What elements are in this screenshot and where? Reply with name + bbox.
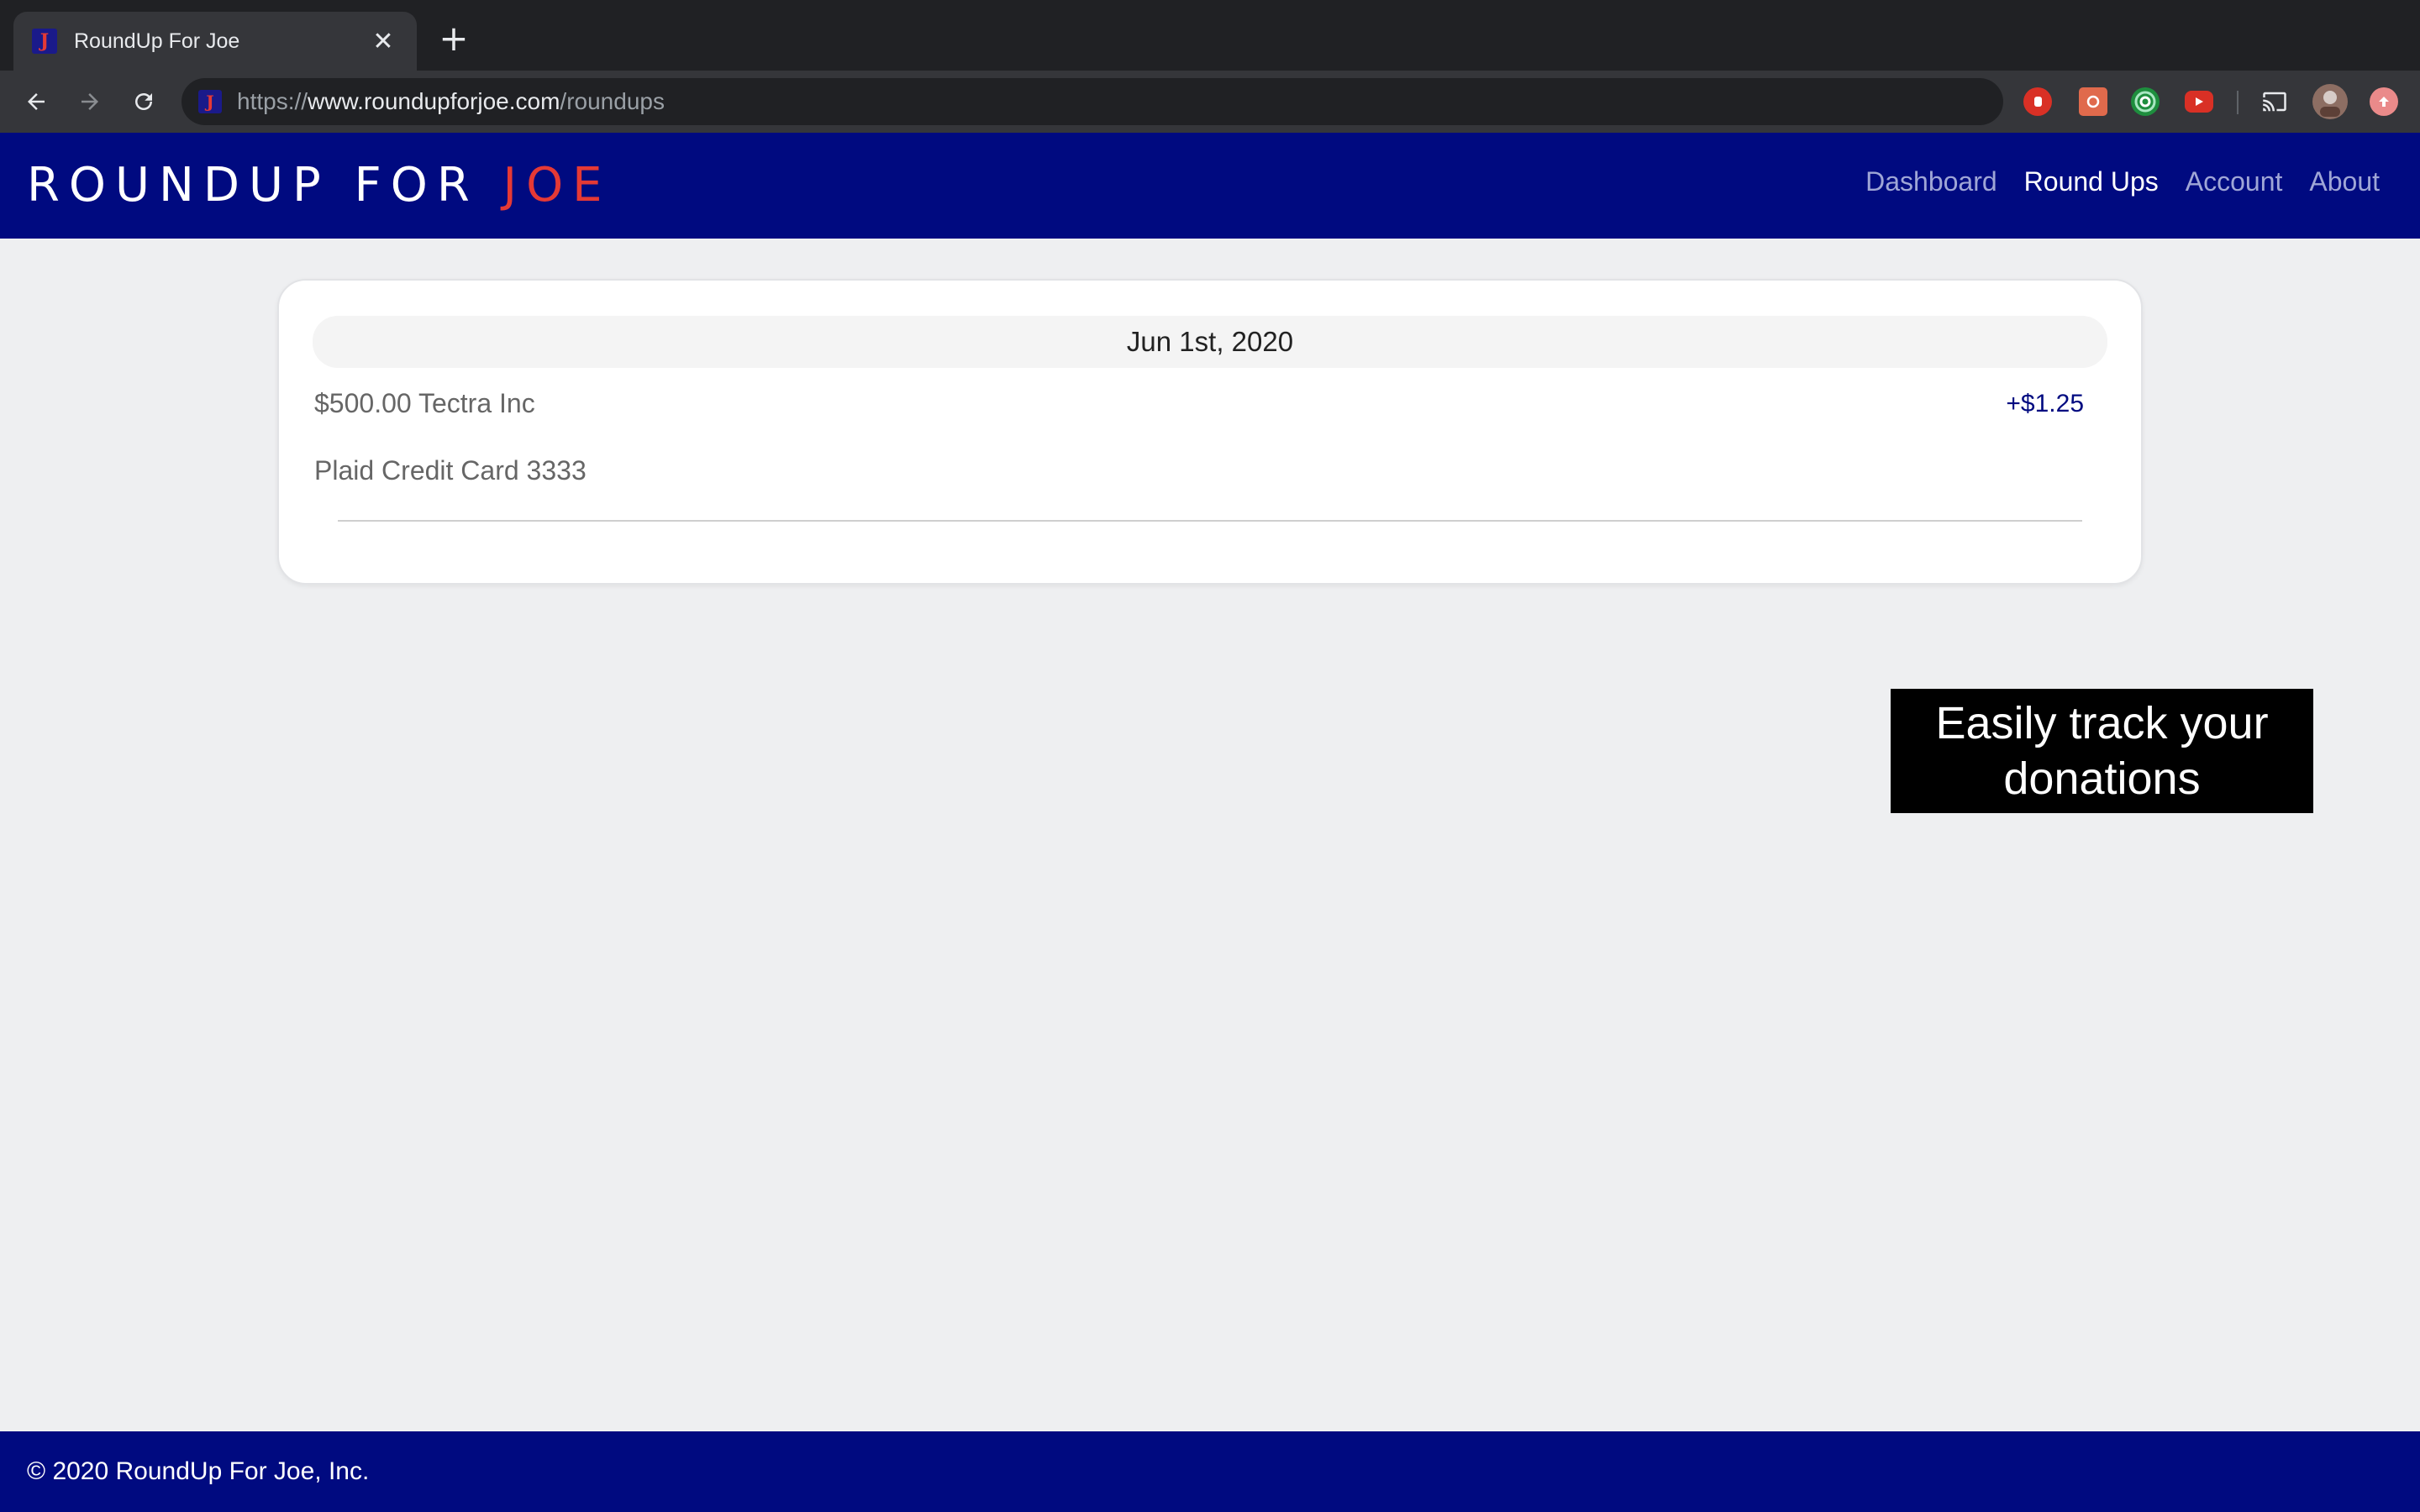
transaction-account: Plaid Credit Card 3333 [314,455,587,486]
forward-arrow-icon[interactable] [71,82,109,121]
target-extension-icon[interactable] [2131,87,2160,116]
browser-tab[interactable]: J RoundUp For Joe ✕ [13,12,417,71]
roundup-amount: +$1.25 [2006,390,2084,417]
reload-icon[interactable] [124,82,163,121]
caption-line-1: Easily track your [1935,698,2269,748]
back-arrow-icon[interactable] [17,82,55,121]
app-footer: © 2020 RoundUp For Joe, Inc. [0,1431,2420,1512]
close-tab-icon[interactable]: ✕ [368,26,398,56]
brand-logo[interactable]: ROUNDUP FOR JOE [27,158,612,213]
transaction-divider [338,520,2082,522]
nav-link-round-ups[interactable]: Round Ups [2024,166,2159,197]
app-navbar: ROUNDUP FOR JOE Dashboard Round Ups Acco… [0,133,2420,239]
browser-tabstrip: J RoundUp For Joe ✕ + [0,0,2420,71]
nav-link-about[interactable]: About [2309,166,2380,197]
update-icon[interactable] [2370,87,2398,116]
roundups-card: Jun 1st, 2020 $500.00 Tectra Inc +$1.25 … [277,279,2143,585]
hand-stop-extension-icon[interactable] [2023,87,2052,116]
date-header: Jun 1st, 2020 [313,316,2107,368]
youtube-extension-icon[interactable] [2185,91,2213,113]
cast-icon[interactable] [2260,87,2289,116]
brand-accent: JOE [502,158,612,213]
transaction-name: $500.00 Tectra Inc [314,388,535,418]
site-favicon-icon: J [198,90,222,113]
toolbar-separator [2237,91,2238,114]
caption-line-2: donations [2003,753,2201,804]
tab-favicon-icon: J [32,29,57,54]
address-bar[interactable]: J https://www.roundupforjoe.com/roundups [182,78,2003,125]
brand-main: ROUNDUP FOR [27,158,503,213]
puzzle-extension-icon[interactable] [2079,87,2107,116]
nav-link-account[interactable]: Account [2186,166,2283,197]
new-tab-icon[interactable]: + [435,21,472,59]
promo-caption: Easily track your donations [1891,689,2313,813]
browser-toolbar: J https://www.roundupforjoe.com/roundups [0,71,2420,133]
footer-copyright: © 2020 RoundUp For Joe, Inc. [27,1457,370,1485]
url-text[interactable]: https://www.roundupforjoe.com/roundups [237,88,665,115]
profile-avatar[interactable] [2312,84,2348,119]
nav-link-dashboard[interactable]: Dashboard [1865,166,1997,197]
tab-title: RoundUp For Joe [74,29,240,53]
nav-links: Dashboard Round Ups Account About [1865,166,2380,197]
